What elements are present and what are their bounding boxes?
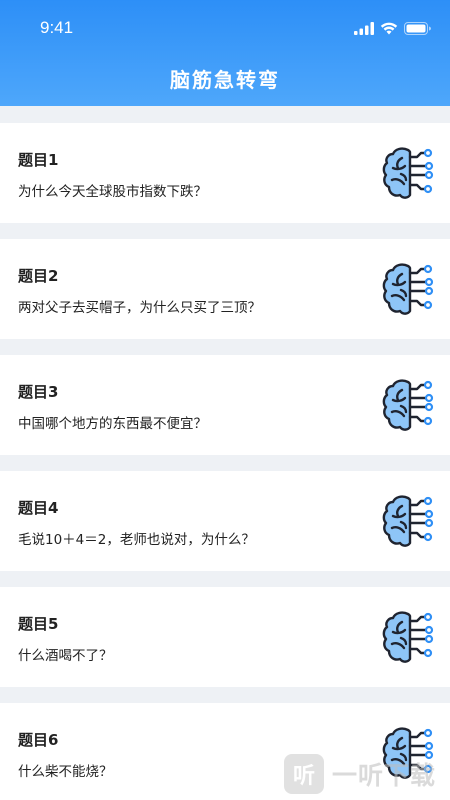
question-card[interactable]: 题目2 两对父子去买帽子，为什么只买了三顶？ [0, 239, 450, 339]
status-bar: 9:41 [0, 0, 450, 56]
question-card[interactable]: 题目5 什么酒喝不了？ [0, 587, 450, 687]
question-number: 题目3 [18, 383, 59, 401]
watermark-badge: 听 [283, 754, 324, 794]
question-text: 为什么今天全球股市指数下跌？ [18, 184, 207, 200]
question-card[interactable]: 题目1 为什么今天全球股市指数下跌？ [0, 123, 450, 223]
status-icons [354, 21, 432, 35]
question-text: 什么柴不能烧？ [18, 764, 113, 780]
brain-circuit-icon [382, 147, 434, 199]
question-card[interactable]: 题目3 中国哪个地方的东西最不便宜？ [0, 355, 450, 455]
brain-circuit-icon [382, 611, 434, 663]
brain-circuit-icon [382, 495, 434, 547]
app-header: 9:41 脑筋急转弯 [0, 0, 450, 106]
signal-icon [354, 21, 374, 35]
question-number: 题目5 [18, 615, 59, 633]
question-card[interactable]: 题目4 毛说10＋4＝2，老师也说对，为什么？ [0, 471, 450, 571]
brain-circuit-icon [382, 263, 434, 315]
page-title: 脑筋急转弯 [170, 68, 280, 92]
status-time: 9:41 [40, 18, 74, 37]
question-number: 题目4 [18, 499, 59, 517]
brain-circuit-icon [382, 379, 434, 431]
question-text: 中国哪个地方的东西最不便宜？ [18, 416, 207, 432]
battery-icon [404, 21, 431, 35]
question-number: 题目6 [18, 731, 59, 749]
question-text: 两对父子去买帽子，为什么只买了三顶？ [18, 300, 261, 316]
watermark-text: 一听下载 [331, 761, 436, 790]
question-text: 毛说10＋4＝2，老师也说对，为什么？ [18, 532, 255, 548]
watermark: 听 一听下载 [283, 754, 436, 794]
question-text: 什么酒喝不了？ [18, 648, 113, 664]
question-number: 题目1 [18, 151, 59, 169]
question-number: 题目2 [18, 267, 59, 285]
wifi-icon [380, 22, 398, 34]
